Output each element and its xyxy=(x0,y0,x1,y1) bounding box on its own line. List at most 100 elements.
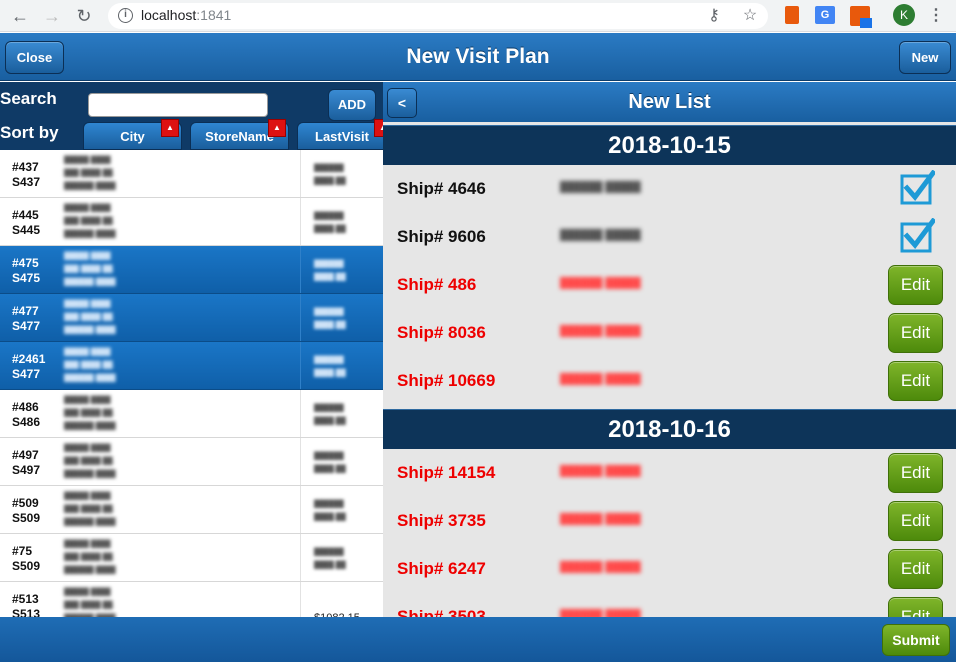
redacted-store-name: ██████ █████ xyxy=(560,562,641,573)
edit-button[interactable]: Edit xyxy=(888,597,943,617)
store-number: #475 xyxy=(12,256,39,270)
store-row[interactable]: #445 S445 █████ ████ ███ ████ ██. ██████ ███… xyxy=(0,198,383,246)
visit-item: Ship# 10669 ██████ █████ Edit xyxy=(383,357,956,405)
store-sub-number: S477 xyxy=(12,367,41,381)
visit-list-panel: < New List 2018-10-15 Ship# 4646 ██████ ██… xyxy=(383,82,956,617)
redacted-store-details: █████ ███████ ████ ██.██████ ████ xyxy=(64,301,116,334)
edit-button[interactable]: Edit xyxy=(888,361,943,401)
store-row[interactable]: #2461 S477 █████ ████ ███ ████ ██. ██████ ██… xyxy=(0,342,383,390)
url-text: localhost:1841 xyxy=(141,7,232,23)
ship-number: Ship# 486 xyxy=(397,275,477,294)
store-id: #497 S497 xyxy=(12,448,40,478)
menu-kebab-icon[interactable]: ⋮ xyxy=(928,4,944,28)
ship-number: Ship# 9606 xyxy=(397,227,486,246)
redacted-store-details: █████ ███████ ████ ██.██████ ████ xyxy=(64,541,116,574)
redacted-last-visit: ██████ ████.██ xyxy=(314,357,346,377)
redacted-store-details: █████ ███████ ████ ██.██████ ████ xyxy=(64,493,116,526)
store-number: #486 xyxy=(12,400,39,414)
edit-button[interactable]: Edit xyxy=(888,313,943,353)
column-divider xyxy=(300,534,301,581)
store-number: #509 xyxy=(12,496,39,510)
store-id: #475 S475 xyxy=(12,256,40,286)
ship-number: Ship# 3503 xyxy=(397,607,486,617)
visit-item: Ship# 486 ██████ █████ Edit xyxy=(383,261,956,309)
store-row[interactable]: #486 S486 █████ ████ ███ ████ ██. ██████ ███… xyxy=(0,390,383,438)
reload-icon[interactable]: ↻ xyxy=(72,4,96,28)
store-row[interactable]: #437 S437 █████ ████ ███ ████ ██. ██████ ███… xyxy=(0,150,383,198)
redacted-last-visit: ██████ ████.██ xyxy=(314,309,346,329)
checked-checkbox-icon[interactable] xyxy=(899,218,935,254)
key-icon[interactable]: ⚷ xyxy=(704,6,724,26)
column-divider xyxy=(300,342,301,389)
add-button[interactable]: ADD xyxy=(328,89,376,121)
redacted-last-visit: ██████ ████.██ xyxy=(314,453,346,473)
redacted-store-name: ██████ █████ xyxy=(560,278,641,289)
star-icon[interactable]: ☆ xyxy=(740,6,760,26)
back-arrow-icon[interactable]: ← xyxy=(8,4,32,28)
store-row[interactable]: #513S513 █████ ███████ ████ ██.██████ ███… xyxy=(0,582,383,617)
sort-storename-button[interactable]: StoreName ▲ xyxy=(190,119,289,150)
visit-item: Ship# 3503 ██████ █████ Edit xyxy=(383,593,956,617)
checked-checkbox-icon[interactable] xyxy=(899,170,935,206)
submit-button[interactable]: Submit xyxy=(882,624,950,656)
column-divider xyxy=(300,390,301,437)
store-row[interactable]: #497 S497 █████ ████ ███ ████ ██. ██████ ███… xyxy=(0,438,383,486)
column-divider xyxy=(300,150,301,197)
search-label: Search xyxy=(0,89,57,108)
store-number: #445 xyxy=(12,208,39,222)
store-number: #513 xyxy=(12,592,39,606)
sort-label: Sort by xyxy=(0,123,59,142)
profile-avatar[interactable]: K xyxy=(893,4,915,26)
search-input[interactable] xyxy=(88,93,268,117)
sort-arrow-icon: ▲ xyxy=(161,119,179,137)
store-row[interactable]: #75 S509 █████ ████ ███ ████ ██. ██████ ████… xyxy=(0,534,383,582)
store-id: #513 S513 xyxy=(12,592,40,617)
address-bar[interactable]: i localhost:1841 xyxy=(108,3,768,29)
sort-city-label: City xyxy=(120,129,145,144)
info-icon[interactable]: i xyxy=(118,8,133,23)
translate-extension-icon[interactable]: G xyxy=(815,6,835,24)
redacted-store-name: ██████ █████ xyxy=(560,466,641,477)
ship-number: Ship# 3735 xyxy=(397,511,486,530)
visit-list-header: < New List xyxy=(383,82,956,122)
sort-arrow-icon: ▲ xyxy=(374,119,383,137)
ship-number: Ship# 4646 xyxy=(397,179,486,198)
column-divider xyxy=(300,438,301,485)
store-row[interactable]: #475 S475 █████ ████ ███ ████ ██. ██████ ███… xyxy=(0,246,383,294)
store-id: #2461 S477 xyxy=(12,352,45,382)
edit-button[interactable]: Edit xyxy=(888,549,943,589)
store-sub-number: S437 xyxy=(12,175,41,189)
search-sort-bar: Search ADD Sort by City ▲ StoreName ▲ La… xyxy=(0,82,383,150)
store-number: #437 xyxy=(12,160,39,174)
store-row[interactable]: #509 S509 █████ ████ ███ ████ ██. ██████ ███… xyxy=(0,486,383,534)
store-row[interactable]: #477 S477 █████ ████ ███ ████ ██. ██████ ███… xyxy=(0,294,383,342)
office-extension-icon[interactable] xyxy=(785,6,799,24)
sort-lastvisit-label: LastVisit xyxy=(315,129,369,144)
store-sub-number: S509 xyxy=(12,559,41,573)
edit-button[interactable]: Edit xyxy=(888,265,943,305)
store-id: #477 S477 xyxy=(12,304,40,334)
redacted-last-visit: ██████ ████.██ xyxy=(314,549,346,569)
store-id: #445 S445 xyxy=(12,208,40,238)
edit-button[interactable]: Edit xyxy=(888,501,943,541)
forward-arrow-icon[interactable]: → xyxy=(40,4,64,28)
column-divider xyxy=(300,246,301,293)
extension-icon[interactable] xyxy=(850,6,872,28)
ship-number: Ship# 8036 xyxy=(397,323,486,342)
visit-item: Ship# 8036 ██████ █████ Edit xyxy=(383,309,956,357)
new-button[interactable]: New xyxy=(899,41,951,74)
column-divider xyxy=(300,486,301,533)
redacted-store-name: ██████ █████ xyxy=(560,610,641,617)
redacted-last-visit: ██████ ████.██ xyxy=(314,261,346,281)
store-id: #509 S509 xyxy=(12,496,40,526)
redacted-last-visit: ██████ ████.██ xyxy=(314,213,346,233)
edit-button[interactable]: Edit xyxy=(888,453,943,493)
sort-lastvisit-button[interactable]: LastVisit ▲ xyxy=(297,119,383,150)
store-number: #2461 xyxy=(12,352,46,366)
sort-city-button[interactable]: City ▲ xyxy=(83,119,182,150)
sort-storename-label: StoreName xyxy=(205,129,274,144)
sort-arrow-icon: ▲ xyxy=(268,119,286,137)
store-number: #477 xyxy=(12,304,39,318)
redacted-last-visit: ██████ ████.██ xyxy=(314,405,346,425)
store-sub-number: S509 xyxy=(12,511,41,525)
